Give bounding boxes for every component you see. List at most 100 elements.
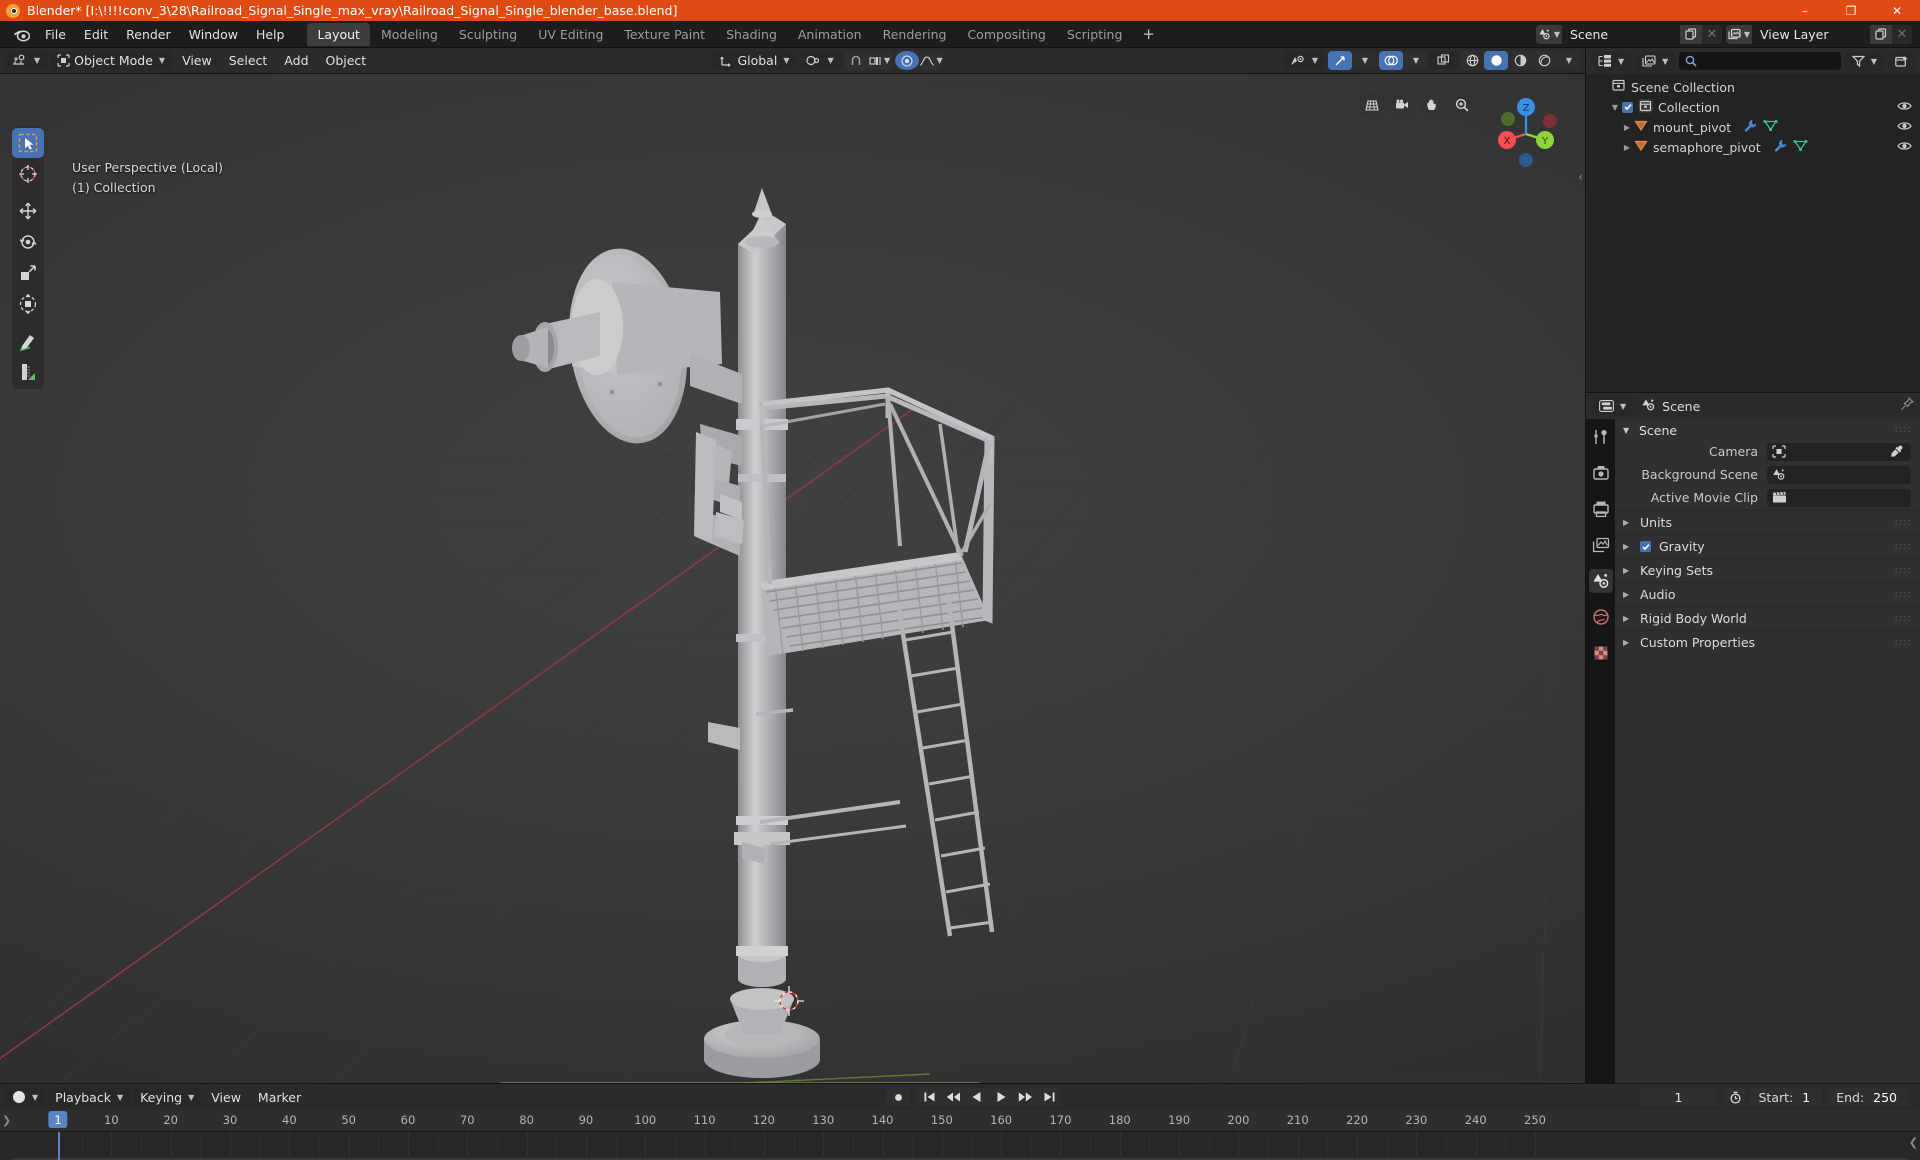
mesh-data-icon[interactable] [1793,139,1808,155]
view-layer-name-field[interactable]: View Layer [1752,24,1870,44]
timeline-view-menu[interactable]: View [204,1088,248,1107]
visibility-eye-icon[interactable] [1897,100,1912,115]
menu-window[interactable]: Window [180,24,247,45]
unlink-scene-button[interactable]: ✕ [1702,25,1722,44]
viewport-canvas[interactable]: User Perspective (Local) (1) Collection [0,74,1585,1083]
snap-magnet-icon[interactable] [844,51,868,70]
viewport-menu-add[interactable]: Add [277,51,315,70]
editor-type-button[interactable]: ▼ [5,51,48,70]
menu-render[interactable]: Render [117,24,180,45]
tool-cursor-icon[interactable] [12,159,44,189]
panel-drag-handle[interactable]: :::: [1895,565,1912,576]
camera-field-input[interactable] [1767,442,1911,461]
tab-layout[interactable]: Layout [307,22,370,46]
pivot-point-selector[interactable]: ▼ [799,51,841,70]
rigid-body-world-panel-header[interactable]: ▶ Rigid Body World :::: [1615,606,1920,630]
proportional-edit-group[interactable]: ▼ [894,51,943,70]
add-workspace-button[interactable]: + [1133,24,1164,44]
outliner-expander[interactable]: ▶ [1620,143,1634,152]
modifier-wrench-icon[interactable] [1773,139,1787,155]
new-scene-button[interactable] [1680,24,1702,44]
gravity-panel-header[interactable]: ▶ Gravity :::: [1615,534,1920,558]
show-gizmo-toggle[interactable] [1328,51,1352,70]
tool-rotate-icon[interactable] [12,227,44,257]
scene-icon[interactable]: ▼ [1536,24,1562,44]
pan-view-icon[interactable] [1419,92,1445,118]
timeline-editor-type-button[interactable]: ▼ [5,1087,46,1107]
jump-to-next-keyframe-button[interactable] [1013,1088,1037,1107]
tool-annotate-icon[interactable] [12,326,44,356]
close-button[interactable]: ✕ [1874,0,1920,21]
play-reverse-button[interactable] [965,1088,989,1107]
viewport-menu-view[interactable]: View [175,51,219,70]
navigation-gizmo[interactable]: Z X Y [1483,88,1569,178]
audio-panel-header[interactable]: ▶ Audio :::: [1615,582,1920,606]
outliner-display-mode-button[interactable]: ▼ [1635,51,1676,71]
tab-uv-editing[interactable]: UV Editing [528,23,613,46]
rendered-shading-button[interactable] [1532,51,1556,70]
menu-help[interactable]: Help [247,24,294,45]
menu-file[interactable]: File [36,24,75,45]
zoom-view-icon[interactable] [1449,92,1475,118]
viewport-menu-object[interactable]: Object [319,51,374,70]
view-layer-icon[interactable]: ▼ [1726,24,1752,44]
tab-render-properties[interactable] [1589,461,1613,485]
outliner-expander[interactable]: ▼ [1608,103,1622,112]
xray-toggle[interactable] [1430,51,1457,70]
toggle-perspective-icon[interactable] [1359,92,1385,118]
visibility-eye-icon[interactable] [1897,120,1912,135]
tab-compositing[interactable]: Compositing [957,23,1055,46]
tab-world-properties[interactable] [1589,605,1613,629]
panel-drag-handle[interactable]: :::: [1895,613,1912,624]
new-collection-button[interactable] [1888,51,1915,71]
outliner-expander[interactable]: ▶ [1620,123,1634,132]
background-scene-input[interactable] [1767,465,1911,484]
play-button[interactable] [989,1088,1013,1107]
timeline-ruler[interactable]: ❯ 10 20 30 40 50 60 70 80 90 100 110 120 130 140 150 16… [0,1110,1920,1132]
timeline-keying-menu[interactable]: Keying ▼ [133,1087,202,1107]
mesh-data-icon[interactable] [1763,119,1778,135]
timeline-scroll-left-arrow-icon[interactable]: ❯ [2,1114,11,1127]
modifier-wrench-icon[interactable] [1743,119,1757,135]
outliner-row-semaphore-pivot[interactable]: ▶ semaphore_pivot [1586,137,1920,157]
keying-sets-panel-header[interactable]: ▶ Keying Sets :::: [1615,558,1920,582]
tab-rendering[interactable]: Rendering [873,23,957,46]
current-frame-field[interactable]: 1 [1639,1087,1718,1107]
transform-orientation-selector[interactable]: Global ▼ [713,51,797,70]
proportional-edit-toggle[interactable] [894,51,919,70]
window-controls[interactable]: – ❐ ✕ [1782,0,1920,21]
panel-drag-handle[interactable]: :::: [1895,517,1912,528]
collection-checkbox[interactable] [1622,101,1633,113]
wireframe-shading-button[interactable] [1460,51,1484,70]
tool-select-box-icon[interactable] [12,128,44,158]
viewport-menu-select[interactable]: Select [222,51,275,70]
tool-scale-icon[interactable] [12,258,44,288]
shading-options-icon[interactable]: ▼ [1556,51,1580,70]
start-frame-field[interactable]: Start: 1 [1749,1087,1823,1107]
panel-drag-handle[interactable]: :::: [1895,589,1912,600]
sidebar-expand-arrow-icon[interactable]: ‹ [1578,170,1583,184]
outliner-editor-type-button[interactable]: ▼ [1591,51,1632,71]
remove-view-layer-button[interactable]: ✕ [1892,25,1912,44]
outliner-row-scene-collection[interactable]: Scene Collection [1586,77,1920,97]
pin-icon[interactable] [1900,396,1915,415]
panel-drag-handle[interactable]: :::: [1895,425,1912,435]
falloff-curve-icon[interactable]: ▼ [919,51,943,70]
show-overlays-toggle[interactable] [1379,51,1403,70]
snapping-group[interactable]: ▼ [843,51,892,70]
scene-name-field[interactable]: Scene [1562,24,1680,44]
solid-shading-button[interactable] [1484,51,1508,70]
jump-to-prev-keyframe-button[interactable] [941,1088,965,1107]
active-movie-clip-input[interactable] [1767,488,1911,507]
properties-editor-type-button[interactable]: ▼ [1592,396,1634,416]
blender-menu-icon[interactable] [10,24,32,44]
tab-output-properties[interactable] [1589,497,1613,521]
record-keyframes-button[interactable] [886,1088,910,1107]
shading-mode-group[interactable]: ▼ [1460,51,1580,70]
tab-scene-properties[interactable] [1588,569,1613,593]
tab-shading[interactable]: Shading [716,23,787,46]
auto-keying-icon[interactable] [1725,1087,1746,1107]
timeline-marker-menu[interactable]: Marker [251,1088,308,1107]
units-panel-header[interactable]: ▶ Units :::: [1615,510,1920,534]
outliner-row-collection[interactable]: ▼ Collection [1586,97,1920,117]
